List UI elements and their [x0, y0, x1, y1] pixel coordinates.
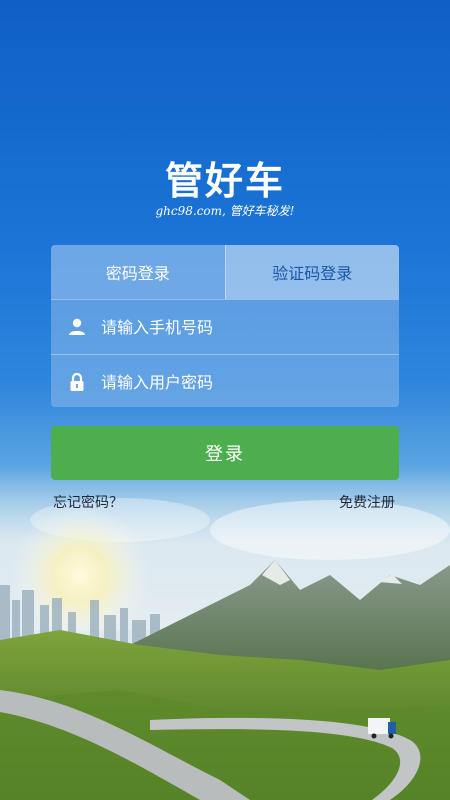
phone-field	[51, 299, 399, 354]
login-button[interactable]: 登录	[51, 426, 399, 480]
login-card: 密码登录 验证码登录	[51, 245, 399, 407]
forgot-password-link[interactable]: 忘记密码？	[53, 492, 123, 512]
tab-code-login[interactable]: 验证码登录	[224, 245, 399, 299]
user-icon	[69, 318, 85, 335]
tab-password-login[interactable]: 密码登录	[51, 245, 225, 299]
register-link[interactable]: 免费注册	[339, 492, 395, 512]
password-field	[51, 354, 399, 407]
logo-text: 管好车	[164, 159, 285, 203]
lock-icon	[70, 372, 84, 391]
login-tabs: 密码登录 验证码登录	[51, 245, 399, 299]
password-input[interactable]	[99, 371, 383, 393]
phone-input[interactable]	[99, 316, 383, 338]
slogan: ghc98.com, 管好车秘发!	[155, 204, 295, 218]
